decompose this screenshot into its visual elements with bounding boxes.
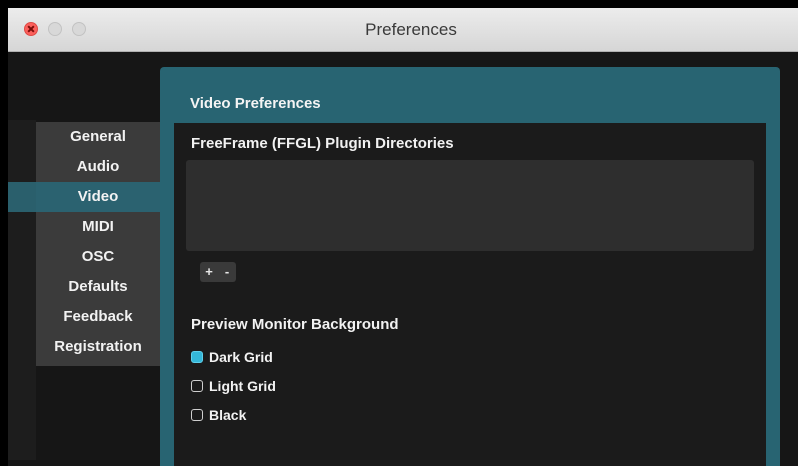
sidebar-item-registration[interactable]: Registration [36,332,160,362]
sidebar-item-feedback[interactable]: Feedback [36,302,160,332]
dark-grid-checkbox[interactable] [191,351,203,363]
black-checkbox[interactable] [191,409,203,421]
sidebar-item-general[interactable]: General [36,122,160,152]
light-grid-label: Light Grid [209,378,276,394]
directory-buttons: + - [200,262,236,282]
light-grid-checkbox[interactable] [191,380,203,392]
preview-background-heading: Preview Monitor Background [191,316,399,333]
option-black[interactable]: Black [191,405,246,425]
sidebar-item-audio[interactable]: Audio [36,152,160,182]
add-directory-button[interactable]: + [200,262,218,282]
sidebar-item-defaults[interactable]: Defaults [36,272,160,302]
title-bar: Preferences [8,8,798,52]
preferences-sidebar: General Audio Video MIDI OSC Defaults Fe… [36,122,160,366]
background-window-strip [8,120,36,460]
plugin-directories-list[interactable] [186,160,754,251]
video-preferences-panel: Video Preferences FreeFrame (FFGL) Plugi… [160,67,780,466]
sidebar-item-midi[interactable]: MIDI [36,212,160,242]
remove-directory-button[interactable]: - [218,262,236,282]
panel-title: Video Preferences [190,95,321,112]
sidebar-item-video[interactable]: Video [36,182,160,212]
window-title: Preferences [365,20,457,39]
black-label: Black [209,407,247,423]
dark-grid-label: Dark Grid [209,349,273,365]
sidebar-item-osc[interactable]: OSC [36,242,160,272]
preferences-window: Preferences General Audio Video MIDI OSC… [8,8,798,466]
panel-content: FreeFrame (FFGL) Plugin Directories + - … [174,123,766,466]
background-window-highlight [8,182,36,212]
plugin-directories-heading: FreeFrame (FFGL) Plugin Directories [191,135,454,152]
option-light-grid[interactable]: Light Grid [191,376,276,396]
option-dark-grid[interactable]: Dark Grid [191,347,273,367]
